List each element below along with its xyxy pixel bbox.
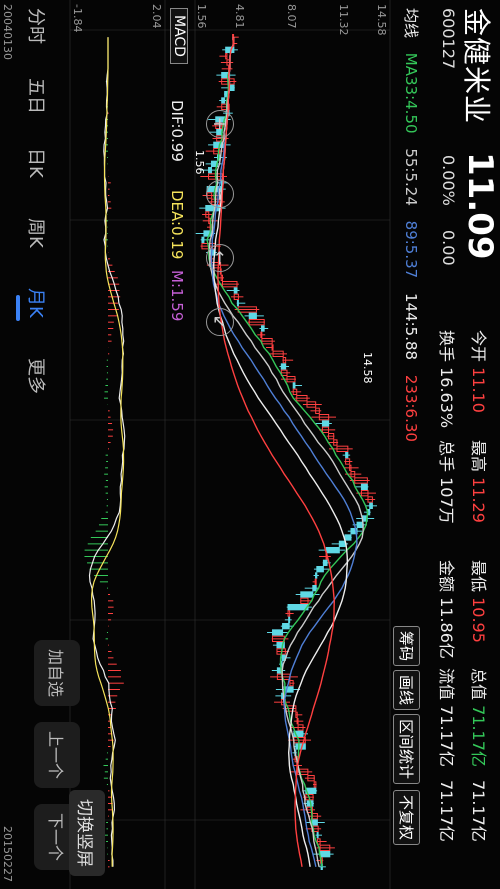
candle bbox=[296, 718, 299, 725]
candle bbox=[208, 167, 212, 174]
macd-button[interactable]: MACD bbox=[170, 8, 188, 64]
candle bbox=[248, 312, 257, 319]
tab-week-k[interactable]: 周K bbox=[24, 218, 50, 248]
candle bbox=[325, 547, 340, 554]
candle bbox=[236, 300, 239, 307]
tab-more[interactable]: 更多 bbox=[24, 358, 50, 394]
candle bbox=[292, 382, 296, 389]
period-tabs: 分时 五日 日K 周K 月K 更多 bbox=[8, 0, 68, 420]
candle bbox=[283, 686, 294, 693]
date-end: 20150227 bbox=[1, 826, 14, 882]
candle bbox=[311, 819, 318, 826]
active-tab-indicator bbox=[16, 295, 20, 321]
candle bbox=[316, 566, 324, 573]
tab-day-k[interactable]: 日K bbox=[24, 148, 50, 178]
macd-dif: DIF:0.99 bbox=[168, 100, 186, 162]
price-axis-mid2: 8.07 bbox=[285, 4, 298, 29]
scroll-left-icon[interactable]: ← bbox=[206, 244, 234, 272]
candle bbox=[233, 287, 238, 294]
tab-month-k[interactable]: 月K bbox=[24, 288, 50, 318]
candle bbox=[201, 236, 205, 244]
candle bbox=[272, 629, 284, 636]
candle bbox=[260, 331, 263, 338]
candle bbox=[316, 832, 319, 839]
prev-stock-button[interactable]: 上一个 bbox=[34, 722, 80, 788]
zoom-in-icon[interactable]: + bbox=[206, 110, 234, 138]
candle bbox=[360, 483, 368, 490]
switch-portrait-button[interactable]: 切换竖屏 bbox=[69, 790, 105, 876]
candle bbox=[338, 540, 346, 548]
high-marker: 14.58 bbox=[361, 352, 374, 384]
macd-axis-bottom: -1.84 bbox=[71, 4, 84, 33]
candle bbox=[221, 97, 226, 104]
candle bbox=[321, 420, 330, 427]
screen: 金健米业 11.09 600127 0.00% 0.00 今开 11.10 最高… bbox=[0, 0, 500, 889]
macd-legend: MACD DIF:0.99 DEA:0.19 M:1.59 bbox=[164, 0, 190, 540]
candle bbox=[315, 572, 318, 579]
candle bbox=[312, 585, 317, 592]
price-axis-top: 14.58 bbox=[375, 4, 388, 36]
add-watchlist-button[interactable]: 加自选 bbox=[34, 640, 80, 706]
macd-axis-top: 2.04 bbox=[150, 4, 163, 29]
candle bbox=[282, 623, 290, 630]
candle bbox=[295, 743, 306, 750]
zoom-out-icon[interactable]: − bbox=[206, 180, 234, 208]
dif-line bbox=[88, 37, 126, 867]
candle bbox=[345, 452, 349, 459]
ma-line-4 bbox=[217, 37, 336, 867]
candle bbox=[314, 578, 317, 586]
candle bbox=[261, 325, 265, 332]
price-axis-mid1: 11.32 bbox=[337, 4, 350, 36]
candle bbox=[271, 344, 274, 351]
collapse-icon[interactable]: ↙ bbox=[206, 308, 234, 336]
candle bbox=[225, 46, 235, 54]
tab-five-day[interactable]: 五日 bbox=[24, 78, 50, 114]
candle bbox=[356, 521, 363, 529]
ma-line-1 bbox=[208, 37, 364, 867]
candle bbox=[369, 502, 373, 509]
ma-line-0 bbox=[206, 37, 369, 867]
candle bbox=[344, 534, 352, 541]
low-marker: 1.56 bbox=[193, 150, 206, 175]
candle bbox=[319, 851, 331, 858]
candle bbox=[280, 363, 287, 370]
ma-line-3 bbox=[212, 37, 349, 867]
candle bbox=[288, 616, 291, 624]
candle bbox=[300, 591, 314, 598]
dea-line bbox=[90, 37, 125, 867]
tab-intraday[interactable]: 分时 bbox=[24, 8, 50, 44]
landscape-view: 金健米业 11.09 600127 0.00% 0.00 今开 11.10 最高… bbox=[0, 0, 500, 889]
macd-dea: DEA:0.19 bbox=[168, 190, 186, 260]
candle bbox=[322, 559, 328, 567]
macd-m: M:1.59 bbox=[168, 270, 186, 322]
price-axis-mid3: 4.81 bbox=[233, 4, 246, 29]
price-axis-bottom: 1.56 bbox=[195, 4, 208, 29]
